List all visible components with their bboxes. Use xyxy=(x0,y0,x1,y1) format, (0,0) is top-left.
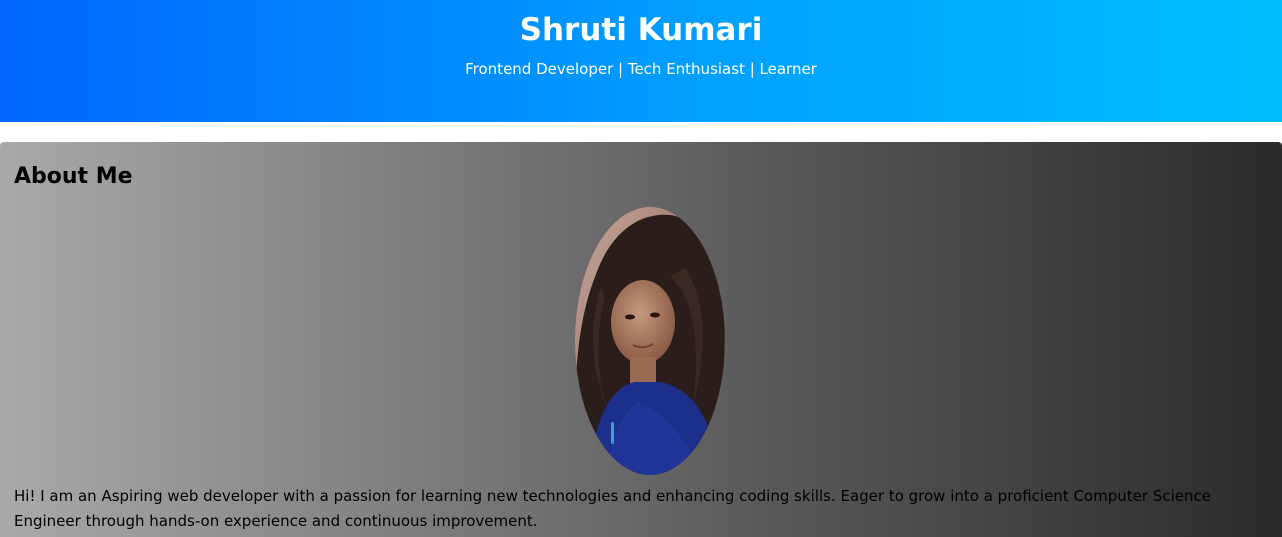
about-heading: About Me xyxy=(14,164,133,189)
about-section: About Me Hi! I am an Aspiring web develo… xyxy=(0,142,1282,537)
page-title: Shruti Kumari xyxy=(519,12,763,48)
profile-photo xyxy=(575,207,725,475)
bio-line-2: Engineer through hands-on experience and… xyxy=(14,512,538,530)
page-header: Shruti Kumari Frontend Developer | Tech … xyxy=(0,0,1282,122)
bio-text: Hi! I am an Aspiring web developer with … xyxy=(14,484,1282,534)
tagline: Frontend Developer | Tech Enthusiast | L… xyxy=(465,60,817,78)
bio-line-1: Hi! I am an Aspiring web developer with … xyxy=(14,487,1211,505)
